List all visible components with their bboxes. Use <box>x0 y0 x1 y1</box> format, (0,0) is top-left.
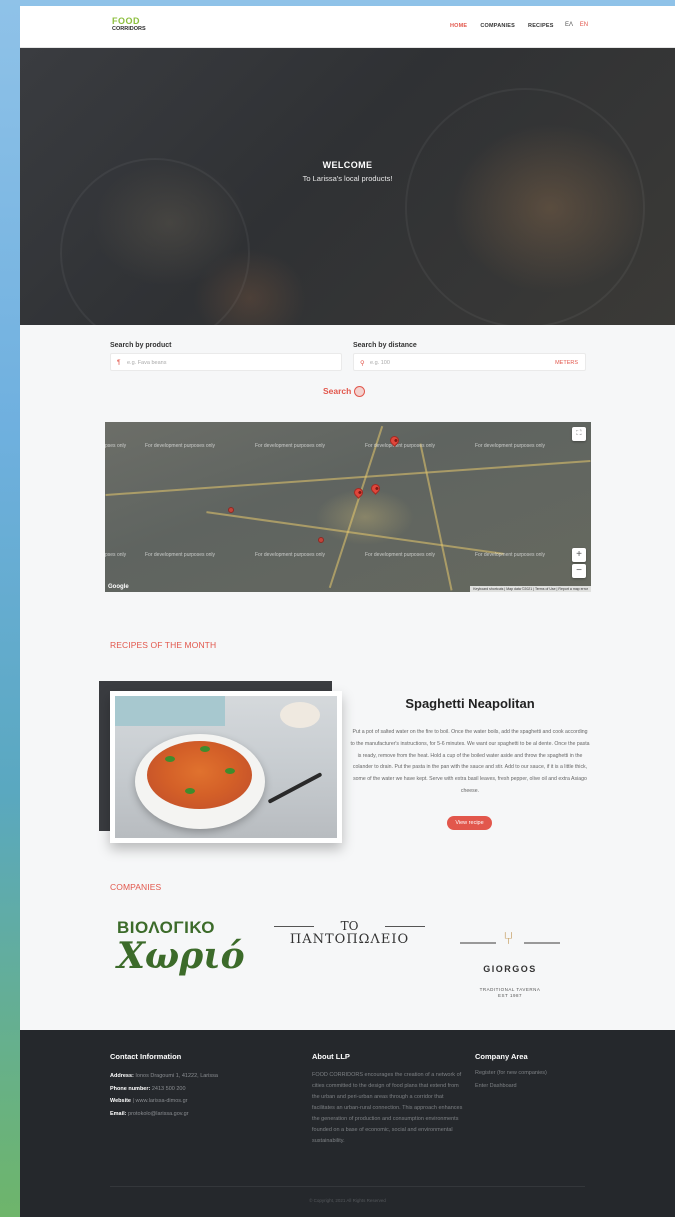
pasta-shape <box>147 741 252 809</box>
search-product-input[interactable]: ¶ e.g. Fava beans <box>110 353 342 371</box>
company-area-title: Company Area <box>475 1052 528 1061</box>
search-icon <box>354 386 366 398</box>
map-poi[interactable] <box>318 537 324 543</box>
phone-label: Phone number: <box>110 1085 151 1092</box>
basil-leaf <box>200 746 210 752</box>
garlic-shape <box>280 702 320 728</box>
hero-plate-decoration <box>60 158 250 348</box>
lang-el[interactable]: ΕΛ <box>565 22 573 28</box>
company-logo-biologiko-chorio[interactable]: ΒΙΟΛΟΓΙΚΟ Χωριό <box>117 918 259 1004</box>
copyright: © Copyright, 2021 All Rights Reserved <box>309 1198 386 1203</box>
logo[interactable]: FOOD CORRIDORS <box>112 16 146 38</box>
footer-divider <box>110 1186 585 1187</box>
search-product-placeholder: e.g. Fava beans <box>127 360 167 366</box>
nav-companies[interactable]: COMPANIES <box>480 23 515 29</box>
search-distance-input[interactable]: ⚲ e.g. 100 METERS <box>353 353 586 371</box>
map-dev-text: For development purposes only <box>475 443 546 449</box>
recipe-title: Spaghetti Neapolitan <box>405 696 535 711</box>
nav-recipes[interactable]: RECIPES <box>528 23 554 29</box>
company3-tag2: EST 1987 <box>498 993 522 998</box>
utensils-icon: ¶ <box>117 359 121 366</box>
recipe-photo <box>115 696 337 838</box>
basil-leaf <box>165 756 175 762</box>
map-dev-text: For development purposes only <box>365 443 436 449</box>
map-marker[interactable] <box>369 482 382 495</box>
recipes-section-title: RECIPES OF THE MONTH <box>110 640 217 650</box>
basil-leaf <box>225 768 235 774</box>
map-dev-text: For development purposes only <box>255 552 326 558</box>
basil-leaf <box>185 788 195 794</box>
map-footer-links[interactable]: Keyboard shortcuts | Map data ©2021 | Te… <box>470 586 591 592</box>
language-switcher: ΕΛ EN <box>565 22 593 28</box>
companies-section-title: COMPANIES <box>110 882 162 892</box>
search-distance-placeholder: e.g. 100 <box>370 360 390 366</box>
search-button[interactable]: Search <box>323 386 366 398</box>
divider-line <box>460 942 496 944</box>
map-dev-text: For development purposes only <box>255 443 326 449</box>
phone-value[interactable]: 2413 500 200 <box>152 1086 186 1092</box>
map[interactable]: pses only For development purposes only … <box>105 422 591 592</box>
google-logo: Google <box>108 584 129 590</box>
map-dev-text: For development purposes only <box>145 443 216 449</box>
website-label: Website <box>110 1098 131 1104</box>
map-road <box>206 511 504 555</box>
zoom-out-button[interactable]: − <box>572 564 586 578</box>
map-road <box>419 443 453 591</box>
company-logo-giorgos[interactable]: ⑂ GIORGOS TRADITIONAL TAVERNA EST 1987 <box>460 928 560 1008</box>
divider-line <box>274 926 314 927</box>
company-logo-to-pantopoleio[interactable]: ΤΟ ΠΑΝΤΟΠΩΛΕΙΟ <box>272 920 427 954</box>
hero-plate-decoration <box>405 88 645 328</box>
register-link[interactable]: Register (for new companies) <box>475 1070 547 1076</box>
hero-banner: WELCOME To Larissa's local products! <box>20 48 675 348</box>
about-title: About LLP <box>312 1052 350 1061</box>
address-label: Address: <box>110 1073 134 1079</box>
company2-line2: ΠΑΝΤΟΠΩΛΕΙΟ <box>289 932 410 947</box>
company3-name: GIORGOS <box>483 964 537 974</box>
map-dev-text: For development purposes only <box>365 552 436 558</box>
top-navbar: FOOD CORRIDORS HOME COMPANIES RECIPES ΕΛ… <box>20 6 675 48</box>
address-value: Ionos Dragoumi 1, 41222, Larissa <box>135 1073 218 1079</box>
hero-title: WELCOME <box>322 160 373 170</box>
about-text: FOOD CORRIDORS encourages the creation o… <box>312 1072 463 1144</box>
search-product-label: Search by product <box>110 342 172 349</box>
lang-en[interactable]: EN <box>580 22 588 28</box>
dashboard-link[interactable]: Enter Dashboard <box>475 1083 517 1089</box>
fork-shape <box>267 772 323 804</box>
contact-title: Contact Information <box>110 1052 182 1061</box>
page: FOOD CORRIDORS HOME COMPANIES RECIPES ΕΛ… <box>20 6 675 1217</box>
fork-spoon-icon: ⑂ <box>503 928 514 948</box>
fullscreen-button[interactable]: ⛶ <box>572 427 586 441</box>
company3-tagline: TRADITIONAL TAVERNA EST 1987 <box>460 987 560 999</box>
logo-line2: CORRIDORS <box>112 26 146 32</box>
search-button-label: Search <box>323 386 352 396</box>
map-dev-text: For development purposes only <box>475 552 546 558</box>
zoom-in-button[interactable]: + <box>572 548 586 562</box>
email-link[interactable]: protokolo@larissa.gov.gr <box>128 1111 189 1117</box>
map-road <box>328 425 384 589</box>
website-link[interactable]: www.larissa-dimos.gr <box>136 1098 188 1104</box>
hero-subtitle: To Larissa's local products! <box>302 174 393 183</box>
company1-line2: Χωριό <box>117 935 245 977</box>
divider-line <box>524 942 560 944</box>
map-dev-text: pses only <box>105 552 127 558</box>
nav-home[interactable]: HOME <box>450 23 467 29</box>
divider-line <box>385 926 425 927</box>
recipe-description: Put a pot of salted water on the fire to… <box>350 729 590 794</box>
nav-links: HOME COMPANIES RECIPES <box>450 23 567 29</box>
map-dev-text: pses only <box>105 443 127 449</box>
recipe-image <box>110 691 342 843</box>
view-recipe-button[interactable]: View recipe <box>447 816 492 830</box>
distance-unit: METERS <box>555 360 578 366</box>
search-distance-label: Search by distance <box>353 342 417 349</box>
search-icon: ⚲ <box>360 360 365 367</box>
contact-info: Address: Ionos Dragoumi 1, 41222, Lariss… <box>110 1073 218 1117</box>
logo-line1: FOOD <box>112 16 140 26</box>
map-road <box>105 460 591 496</box>
map-dev-text: For development purposes only <box>145 552 216 558</box>
napkin-shape <box>115 696 225 726</box>
map-poi[interactable] <box>228 507 234 513</box>
email-label: Email: <box>110 1110 127 1117</box>
